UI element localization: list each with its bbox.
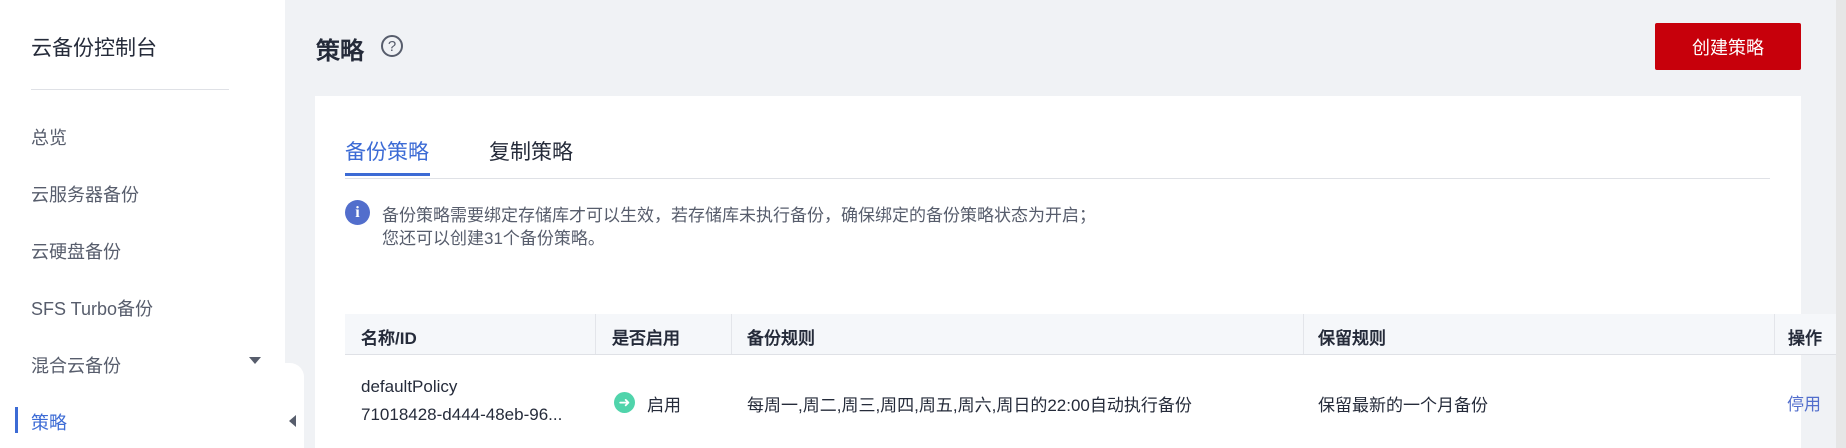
column-divider	[731, 314, 732, 354]
sidebar: 云备份控制台 总览 云服务器备份 云硬盘备份 SFS Turbo备份 混合云备份…	[0, 0, 285, 448]
column-header-backup-rule: 备份规则	[747, 329, 815, 348]
column-divider	[1303, 314, 1304, 354]
tabs-divider	[345, 178, 1770, 179]
sidebar-item-server-backup[interactable]: 云服务器备份	[31, 181, 139, 207]
help-icon[interactable]: ?	[381, 35, 403, 57]
sidebar-item-overview[interactable]: 总览	[31, 124, 67, 150]
tab-replication-policy[interactable]: 复制策略	[489, 136, 573, 166]
tab-backup-policy[interactable]: 备份策略	[345, 136, 429, 166]
status-text: 启用	[647, 396, 681, 415]
column-header-name-id: 名称/ID	[361, 329, 417, 348]
status-enabled-icon: ➜	[614, 392, 635, 413]
header-divider	[345, 354, 1846, 355]
create-policy-button[interactable]: 创建策略	[1655, 23, 1801, 70]
sidebar-collapse-handle[interactable]	[280, 363, 304, 448]
sidebar-item-sfs-turbo-backup[interactable]: SFS Turbo备份	[31, 295, 153, 321]
disable-link[interactable]: 停用	[1787, 390, 1821, 415]
policy-name[interactable]: defaultPolicy	[361, 377, 457, 397]
info-message-line2: 您还可以创建31个备份策略。	[382, 229, 605, 248]
table-header	[345, 314, 1846, 354]
chevron-left-icon	[289, 415, 296, 427]
column-divider	[1774, 314, 1775, 354]
page-title: 策略	[316, 38, 364, 65]
column-header-actions: 操作	[1788, 329, 1822, 348]
sidebar-item-disk-backup[interactable]: 云硬盘备份	[31, 238, 121, 264]
info-message-line1: 备份策略需要绑定存储库才可以生效，若存储库未执行备份，确保绑定的备份策略状态为开…	[382, 206, 1096, 225]
tab-underline	[345, 173, 430, 176]
sidebar-item-hybrid-cloud-backup[interactable]: 混合云备份	[31, 352, 121, 378]
chevron-down-icon[interactable]	[249, 357, 261, 364]
sidebar-title: 云备份控制台	[31, 37, 157, 60]
active-indicator	[15, 407, 18, 433]
column-header-retention-rule: 保留规则	[1318, 329, 1386, 348]
info-icon: i	[345, 200, 370, 225]
sidebar-divider	[31, 89, 229, 90]
retention-rule: 保留最新的一个月备份	[1318, 396, 1488, 415]
policy-id: 71018428-d444-48eb-96...	[361, 405, 563, 424]
vertical-scrollbar[interactable]	[1836, 0, 1846, 448]
column-divider	[595, 314, 596, 354]
backup-rule: 每周一,周二,周三,周四,周五,周六,周日的22:00自动执行备份	[747, 396, 1192, 415]
sidebar-item-policy[interactable]: 策略	[31, 409, 67, 435]
column-header-enabled: 是否启用	[612, 329, 680, 348]
